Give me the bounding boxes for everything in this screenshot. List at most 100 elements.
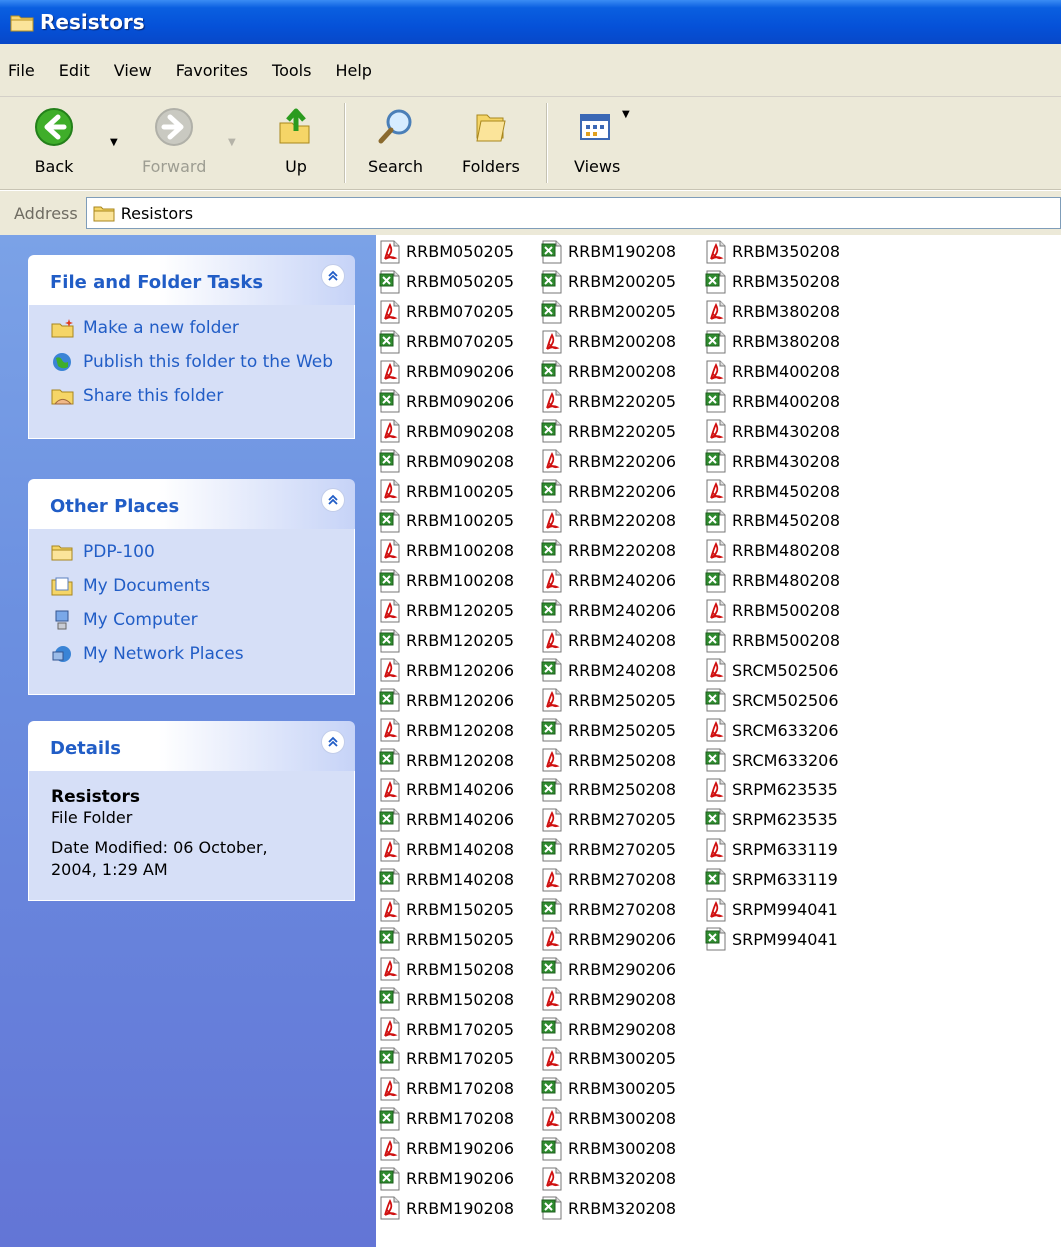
collapse-chevron-icon[interactable]: [321, 488, 345, 512]
file-item[interactable]: RRBM270205: [540, 835, 676, 865]
file-item[interactable]: RRBM100205: [378, 476, 514, 506]
file-item[interactable]: SRCM502506: [704, 655, 840, 685]
file-item[interactable]: RRBM300208: [540, 1104, 676, 1134]
file-item[interactable]: RRBM240208: [540, 626, 676, 656]
file-item[interactable]: RRBM140206: [378, 805, 514, 835]
forward-button[interactable]: Forward: [142, 107, 206, 176]
up-button[interactable]: Up: [276, 107, 316, 176]
file-item[interactable]: RRBM190206: [378, 1134, 514, 1164]
place-my-documents[interactable]: My Documents: [51, 575, 340, 597]
file-item[interactable]: SRPM633119: [704, 835, 840, 865]
details-header[interactable]: Details: [28, 721, 355, 771]
file-item[interactable]: RRBM100208: [378, 566, 514, 596]
file-item[interactable]: RRBM050205: [378, 237, 514, 267]
place-my-network-places[interactable]: My Network Places: [51, 643, 340, 665]
place-my-computer[interactable]: My Computer: [51, 609, 340, 631]
file-item[interactable]: RRBM380208: [704, 297, 840, 327]
file-item[interactable]: RRBM320208: [540, 1194, 676, 1224]
file-item[interactable]: RRBM250208: [540, 775, 676, 805]
file-item[interactable]: SRPM994041: [704, 924, 840, 954]
file-item[interactable]: RRBM220205: [540, 416, 676, 446]
file-item[interactable]: RRBM240206: [540, 566, 676, 596]
file-item[interactable]: SRCM502506: [704, 685, 840, 715]
views-button[interactable]: Views: [574, 107, 620, 176]
file-item[interactable]: RRBM320208: [540, 1164, 676, 1194]
forward-dropdown-icon[interactable]: ▼: [228, 137, 236, 148]
menu-file[interactable]: File: [0, 61, 47, 80]
file-item[interactable]: RRBM200208: [540, 357, 676, 387]
file-item[interactable]: RRBM300205: [540, 1044, 676, 1074]
file-item[interactable]: SRCM633206: [704, 715, 840, 745]
file-item[interactable]: RRBM290208: [540, 984, 676, 1014]
file-item[interactable]: RRBM430208: [704, 446, 840, 476]
file-item[interactable]: RRBM170205: [378, 1014, 514, 1044]
file-item[interactable]: RRBM150208: [378, 984, 514, 1014]
file-item[interactable]: SRPM633119: [704, 865, 840, 895]
file-item[interactable]: RRBM170208: [378, 1074, 514, 1104]
file-item[interactable]: RRBM050205: [378, 267, 514, 297]
file-item[interactable]: RRBM250208: [540, 745, 676, 775]
menu-tools[interactable]: Tools: [260, 61, 323, 80]
file-item[interactable]: RRBM450208: [704, 506, 840, 536]
file-item[interactable]: RRBM290208: [540, 1014, 676, 1044]
file-item[interactable]: RRBM090206: [378, 357, 514, 387]
file-item[interactable]: RRBM070205: [378, 297, 514, 327]
file-item[interactable]: RRBM120205: [378, 626, 514, 656]
file-item[interactable]: RRBM400208: [704, 357, 840, 387]
file-item[interactable]: RRBM140206: [378, 775, 514, 805]
file-item[interactable]: RRBM200208: [540, 327, 676, 357]
file-item[interactable]: RRBM120208: [378, 715, 514, 745]
file-item[interactable]: RRBM170208: [378, 1104, 514, 1134]
file-item[interactable]: RRBM250205: [540, 685, 676, 715]
back-button[interactable]: Back: [34, 107, 74, 176]
file-folder-tasks-header[interactable]: File and Folder Tasks: [28, 255, 355, 305]
search-button[interactable]: Search: [368, 107, 423, 176]
file-item[interactable]: RRBM270208: [540, 895, 676, 925]
file-item[interactable]: RRBM500208: [704, 596, 840, 626]
file-item[interactable]: RRBM450208: [704, 476, 840, 506]
file-item[interactable]: RRBM120208: [378, 745, 514, 775]
file-item[interactable]: RRBM220206: [540, 476, 676, 506]
menu-view[interactable]: View: [102, 61, 164, 80]
file-item[interactable]: RRBM120206: [378, 655, 514, 685]
file-item[interactable]: RRBM100208: [378, 536, 514, 566]
address-field[interactable]: Resistors: [85, 197, 1061, 229]
file-item[interactable]: RRBM400208: [704, 386, 840, 416]
file-item[interactable]: RRBM100205: [378, 506, 514, 536]
file-item[interactable]: RRBM300205: [540, 1074, 676, 1104]
file-item[interactable]: RRBM480208: [704, 536, 840, 566]
file-item[interactable]: RRBM270208: [540, 865, 676, 895]
menu-help[interactable]: Help: [323, 61, 383, 80]
file-item[interactable]: RRBM200205: [540, 267, 676, 297]
file-item[interactable]: RRBM140208: [378, 835, 514, 865]
menu-edit[interactable]: Edit: [47, 61, 102, 80]
file-item[interactable]: RRBM270205: [540, 805, 676, 835]
file-item[interactable]: RRBM220206: [540, 446, 676, 476]
file-item[interactable]: SRPM994041: [704, 895, 840, 925]
file-item[interactable]: RRBM350208: [704, 267, 840, 297]
file-item[interactable]: RRBM500208: [704, 626, 840, 656]
place-pdp-100[interactable]: PDP-100: [51, 541, 340, 563]
file-item[interactable]: RRBM140208: [378, 865, 514, 895]
file-item[interactable]: RRBM240208: [540, 655, 676, 685]
file-item[interactable]: SRPM623535: [704, 775, 840, 805]
file-item[interactable]: RRBM090208: [378, 416, 514, 446]
file-item[interactable]: RRBM190208: [540, 237, 676, 267]
task-share-folder[interactable]: Share this folder: [51, 385, 340, 407]
title-bar[interactable]: Resistors: [0, 0, 1061, 44]
views-dropdown-icon[interactable]: ▼: [622, 109, 630, 120]
file-item[interactable]: RRBM120206: [378, 685, 514, 715]
file-item[interactable]: RRBM090208: [378, 446, 514, 476]
file-item[interactable]: RRBM220208: [540, 536, 676, 566]
file-item[interactable]: RRBM200205: [540, 297, 676, 327]
file-item[interactable]: RRBM170205: [378, 1044, 514, 1074]
collapse-chevron-icon[interactable]: [321, 264, 345, 288]
file-item[interactable]: RRBM190206: [378, 1164, 514, 1194]
task-make-new-folder[interactable]: Make a new folder: [51, 317, 340, 339]
file-item[interactable]: RRBM240206: [540, 596, 676, 626]
file-item[interactable]: RRBM220208: [540, 506, 676, 536]
file-item[interactable]: RRBM290206: [540, 924, 676, 954]
file-item[interactable]: RRBM220205: [540, 386, 676, 416]
file-item[interactable]: RRBM150205: [378, 895, 514, 925]
file-item[interactable]: RRBM290206: [540, 954, 676, 984]
